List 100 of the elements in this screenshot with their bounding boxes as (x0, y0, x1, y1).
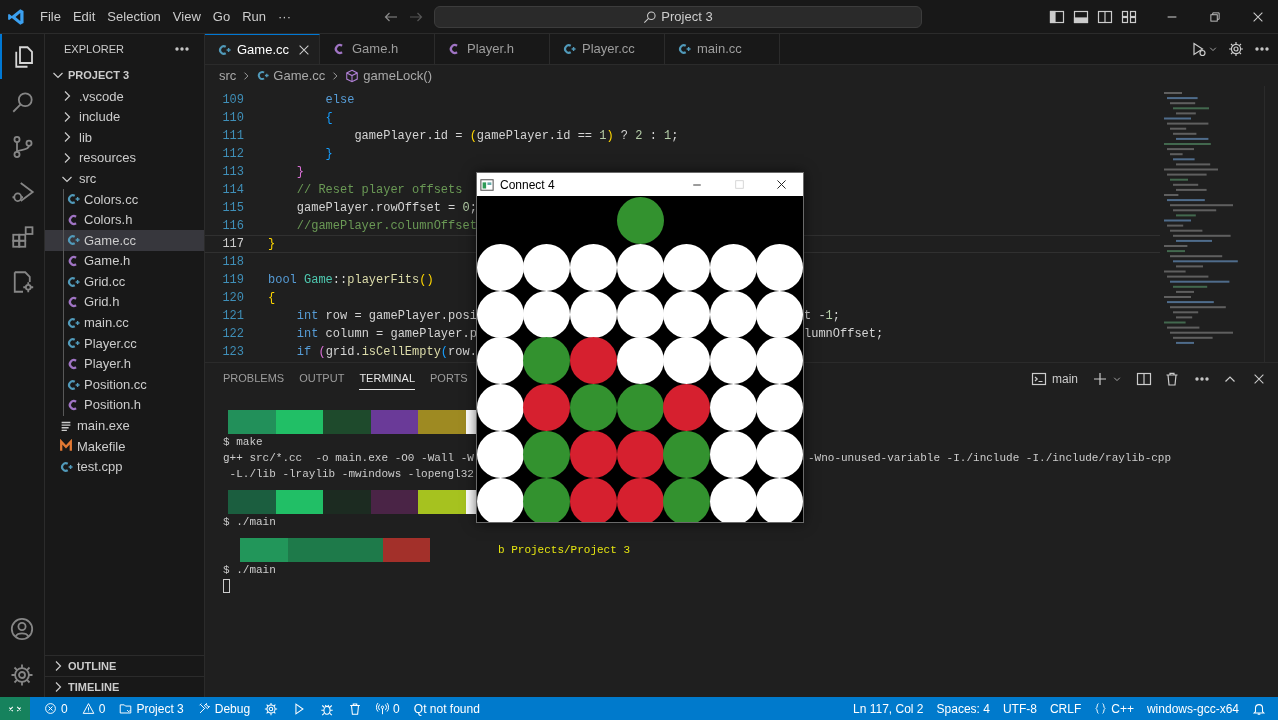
tree-item[interactable]: lib (45, 127, 204, 148)
split-layout-icon[interactable] (1097, 8, 1113, 25)
terminal-text: $ ./main (223, 562, 276, 578)
editor-tab[interactable]: Game.cc (205, 34, 320, 64)
status-item[interactable]: 0 (376, 699, 400, 718)
status-item[interactable]: Debug (197, 699, 251, 718)
tree-item[interactable]: resources (45, 147, 204, 169)
tree-item[interactable]: include (45, 106, 204, 128)
c-plus-icon (677, 42, 691, 56)
code-line: int column = gamePlayer.p (295, 326, 477, 343)
menu-item[interactable]: Edit (67, 4, 101, 29)
remote-button[interactable] (0, 697, 30, 720)
status-item[interactable]: 0 (44, 699, 68, 718)
status-item[interactable]: Ln 117, Col 2 (853, 699, 924, 718)
run-icon[interactable] (1191, 41, 1207, 57)
run-debug-icon[interactable] (11, 179, 35, 204)
tree-item[interactable]: Player.h (45, 353, 204, 375)
line-number: 111 (221, 128, 244, 145)
status-item[interactable]: C++ (1094, 699, 1134, 718)
tree-item[interactable]: Grid.cc (45, 271, 204, 292)
braces-icon (1094, 702, 1108, 715)
tree-item[interactable]: Position.cc (45, 374, 204, 395)
gear-icon[interactable] (1228, 41, 1244, 57)
terminal-text: $ ./main (223, 514, 276, 530)
split-icon[interactable] (1136, 370, 1152, 387)
tree-item[interactable]: .vscode (45, 86, 204, 107)
breadcrumb-item[interactable]: Game.cc (273, 65, 326, 86)
tree-item[interactable]: Game.h (45, 250, 204, 272)
extensions-icon[interactable] (11, 224, 35, 249)
bell-icon[interactable] (1252, 701, 1266, 716)
tree-item[interactable]: main.exe (45, 415, 204, 437)
code-line: else (324, 92, 355, 109)
code-line: //gamePlayer.columnOffset (295, 218, 477, 235)
tree-item[interactable]: PROJECT 3 (45, 64, 204, 86)
menu-item[interactable]: Go (207, 4, 236, 29)
line-number: 118 (221, 254, 244, 271)
c-plus-icon (66, 377, 80, 392)
close-icon[interactable] (775, 178, 788, 191)
menu-item[interactable]: ··· (273, 4, 296, 29)
line-number: 115 (221, 200, 244, 217)
grid-layout-icon[interactable] (1121, 8, 1137, 25)
restore-icon[interactable] (1209, 10, 1221, 23)
code-line: } (324, 146, 333, 163)
menu-item[interactable]: Run (237, 4, 271, 29)
account-icon[interactable] (10, 617, 34, 641)
tree-item[interactable]: Colors.cc (45, 188, 204, 210)
sidebar-layout-icon[interactable] (1049, 8, 1065, 25)
plus-icon[interactable] (1092, 370, 1108, 387)
panel-tab[interactable]: PORTS (430, 366, 468, 391)
menu-item[interactable]: View (167, 4, 206, 29)
gear-icon[interactable] (10, 663, 34, 687)
line-number: 121 (221, 308, 244, 325)
chevron-icon[interactable] (1208, 44, 1218, 54)
broadcast-icon (376, 702, 390, 715)
breadcrumb-item[interactable]: gameLock() (363, 65, 432, 86)
tree-item[interactable]: Makefile (45, 436, 204, 457)
status-item[interactable]: Spaces: 4 (936, 699, 990, 718)
code-line: gamePlayer.id = (gamePlayer.id == 1) ? 2 : 1; (353, 128, 679, 145)
terminal-cursor (223, 579, 230, 593)
tree-item[interactable]: main.cc (45, 312, 204, 334)
c-plus-icon (66, 336, 80, 351)
tree-item[interactable]: test.cpp (45, 456, 204, 478)
line-number: 119 (221, 272, 244, 289)
document-gear-icon[interactable] (11, 269, 35, 294)
breadcrumb-item[interactable]: src (219, 65, 237, 86)
search-icon (643, 9, 658, 24)
panel-tab[interactable]: OUTPUT (299, 366, 345, 391)
command-center[interactable]: Project 3 (434, 5, 922, 28)
tree-item[interactable]: Position.h (45, 394, 204, 416)
trash-icon[interactable] (348, 701, 363, 716)
window-icon (480, 177, 494, 192)
menu-item[interactable]: File (35, 4, 66, 29)
search-icon[interactable] (11, 89, 35, 114)
terminal-selector[interactable]: main (1031, 369, 1078, 388)
tree-item[interactable]: Grid.h (45, 291, 204, 313)
status-item[interactable]: UTF-8 (1002, 699, 1037, 718)
status-item[interactable]: 0 (81, 699, 106, 718)
branch-icon[interactable] (11, 134, 35, 159)
panel-tab[interactable]: PROBLEMS (223, 366, 285, 391)
tree-item[interactable]: Game.cc (45, 230, 204, 251)
status-item[interactable]: windows-gcc-x64 (1146, 699, 1239, 718)
panel-title: EXPLORER (64, 41, 124, 57)
tree-item[interactable]: Colors.h (45, 209, 204, 231)
tree-item[interactable]: src (45, 168, 204, 189)
folder-icon (119, 702, 133, 715)
window-title: Connect 4 (500, 176, 555, 194)
c-plus-icon (217, 42, 231, 57)
status-item[interactable]: Project 3 (119, 699, 184, 718)
panel-layout-icon[interactable] (1073, 8, 1089, 25)
line-number: 110 (221, 110, 244, 127)
tree-item[interactable]: Player.cc (45, 333, 204, 354)
line-number: 117 (221, 236, 244, 253)
panel-tab[interactable]: TERMINAL (359, 366, 415, 391)
code-line: lumnOffset; (804, 326, 884, 343)
terminal-text: $ make (223, 434, 263, 450)
trash-icon[interactable] (1164, 370, 1180, 387)
section-header[interactable]: OUTLINE (45, 655, 204, 676)
status-item[interactable]: CRLF (1049, 699, 1082, 718)
menu-item[interactable]: Selection (102, 4, 166, 29)
status-item[interactable]: Qt not found (413, 699, 480, 718)
